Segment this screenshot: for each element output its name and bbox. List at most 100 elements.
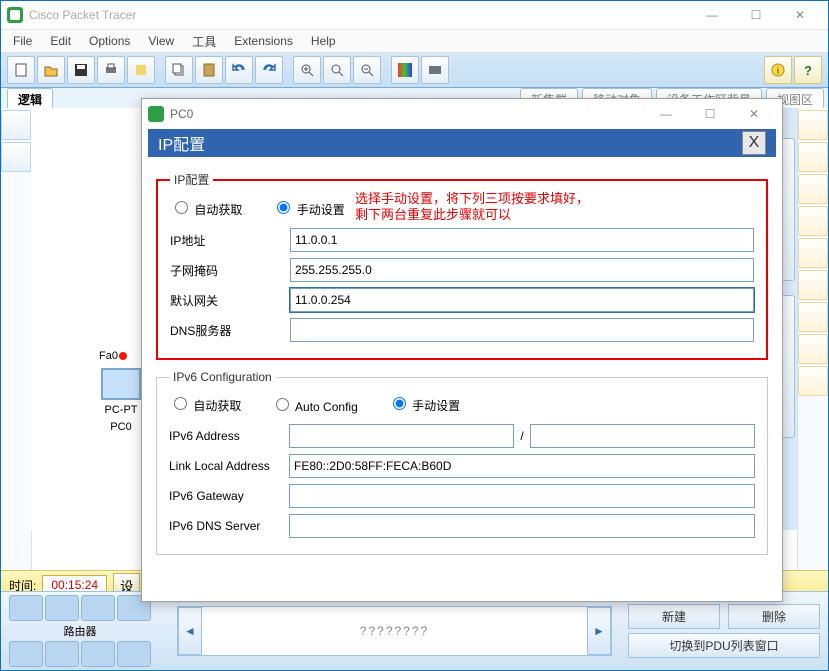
ipv6-prefix-slash: / bbox=[520, 429, 523, 443]
annot-tool-7-icon[interactable] bbox=[798, 302, 828, 332]
pc-icon bbox=[101, 368, 141, 400]
annot-tool-3-icon[interactable] bbox=[798, 174, 828, 204]
undo-icon[interactable] bbox=[225, 56, 253, 84]
scroll-right-button[interactable]: ► bbox=[587, 607, 611, 655]
open-file-icon[interactable] bbox=[37, 56, 65, 84]
zoom-in-icon[interactable] bbox=[293, 56, 321, 84]
menu-extensions[interactable]: Extensions bbox=[234, 34, 293, 48]
dialog-app-icon bbox=[148, 106, 164, 122]
menu-view[interactable]: View bbox=[148, 34, 174, 48]
ipv6-legend: IPv6 Configuration bbox=[169, 370, 276, 384]
minimize-button[interactable]: — bbox=[690, 4, 734, 26]
svg-text:?: ? bbox=[804, 63, 812, 77]
zoom-reset-icon[interactable] bbox=[323, 56, 351, 84]
default-gateway-input[interactable] bbox=[290, 288, 754, 312]
device-picker-bar: 路由器 ◄ ???????? ► 新建 删除 切换到PDU列表窗口 bbox=[1, 591, 828, 670]
main-toolbar: i ? bbox=[1, 53, 828, 88]
instruction-annotation: 选择手动设置，将下列三项按要求填好， 剩下两台重复此步骤就可以 bbox=[355, 191, 589, 223]
annot-tool-2-icon[interactable] bbox=[798, 142, 828, 172]
wizard-icon[interactable] bbox=[127, 56, 155, 84]
dialog-titlebar[interactable]: PC0 — ☐ ✕ bbox=[142, 99, 782, 129]
ipv6-address-input[interactable] bbox=[289, 424, 514, 448]
ipv6-static-radio[interactable]: 手动设置 bbox=[388, 394, 460, 414]
switch-pdu-list-button[interactable]: 切换到PDU列表窗口 bbox=[628, 633, 820, 658]
topology-tool-icon[interactable] bbox=[1, 110, 31, 140]
annot-tool-8-icon[interactable] bbox=[798, 334, 828, 364]
router-category-label: 路由器 bbox=[9, 623, 151, 639]
ipv4-legend: IP配置 bbox=[170, 171, 213, 188]
dialog-maximize-button[interactable]: ☐ bbox=[688, 103, 732, 125]
info-icon[interactable]: i bbox=[764, 56, 792, 84]
dns-server-input[interactable] bbox=[290, 318, 754, 342]
ipv6-prefix-input[interactable] bbox=[530, 424, 755, 448]
dialog-title: PC0 bbox=[170, 107, 193, 121]
server-icon bbox=[81, 641, 115, 667]
new-pdu-button[interactable]: 新建 bbox=[628, 604, 720, 629]
dialog-body: 选择手动设置，将下列三项按要求填好， 剩下两台重复此步骤就可以 IP配置 自动获… bbox=[142, 157, 782, 591]
annot-tool-6-icon[interactable] bbox=[798, 270, 828, 300]
ipv6-gateway-input[interactable] bbox=[289, 484, 755, 508]
ipv6-fieldset: IPv6 Configuration 自动获取 Auto Config 手动设置… bbox=[156, 370, 768, 555]
app-icon bbox=[7, 7, 23, 23]
subnet-mask-input[interactable] bbox=[290, 258, 754, 282]
link-local-input[interactable] bbox=[289, 454, 755, 478]
cloud-icon bbox=[81, 595, 115, 621]
help-icon[interactable]: ? bbox=[794, 56, 822, 84]
router-icon bbox=[9, 595, 43, 621]
ipv4-dhcp-radio[interactable]: 自动获取 bbox=[170, 198, 242, 218]
dialog-close-button[interactable]: ✕ bbox=[732, 103, 776, 125]
device-dialog-icon[interactable] bbox=[421, 56, 449, 84]
annot-tool-9-icon[interactable] bbox=[798, 366, 828, 396]
pdu-button-group: 新建 删除 切换到PDU列表窗口 bbox=[628, 604, 820, 658]
port-label: Fa0 bbox=[99, 350, 127, 362]
dialog-minimize-button[interactable]: — bbox=[644, 103, 688, 125]
maximize-button[interactable]: ☐ bbox=[734, 4, 778, 26]
menu-help[interactable]: Help bbox=[311, 34, 336, 48]
save-icon[interactable] bbox=[67, 56, 95, 84]
ip-address-input[interactable] bbox=[290, 228, 754, 252]
ipv6-dhcp-radio[interactable]: 自动获取 bbox=[169, 394, 241, 414]
menu-file[interactable]: File bbox=[13, 34, 32, 48]
pc-config-dialog: PC0 — ☐ ✕ IP配置 X 选择手动设置，将下列三项按要求填好， 剩下两台… bbox=[141, 98, 783, 602]
menu-edit[interactable]: Edit bbox=[50, 34, 71, 48]
annot-tool-1-icon[interactable] bbox=[798, 110, 828, 140]
ipv6-auto-radio[interactable]: Auto Config bbox=[271, 395, 357, 414]
switch-icon bbox=[9, 641, 43, 667]
dns-server-label: DNS服务器 bbox=[170, 322, 290, 339]
router-category[interactable]: 路由器 bbox=[9, 595, 151, 667]
new-file-icon[interactable] bbox=[7, 56, 35, 84]
tab-logic[interactable]: 逻辑 bbox=[7, 88, 53, 110]
generic-icon bbox=[117, 641, 151, 667]
annot-tool-5-icon[interactable] bbox=[798, 238, 828, 268]
annot-tool-4-icon[interactable] bbox=[798, 206, 828, 236]
print-icon[interactable] bbox=[97, 56, 125, 84]
menu-tools[interactable]: 工具 bbox=[192, 33, 216, 50]
close-button[interactable]: ✕ bbox=[778, 4, 822, 26]
scroll-left-button[interactable]: ◄ bbox=[178, 607, 202, 655]
link-down-indicator bbox=[119, 352, 127, 360]
ip-config-header: IP配置 X bbox=[148, 129, 776, 157]
palette-icon[interactable] bbox=[391, 56, 419, 84]
ipv6-gateway-label: IPv6 Gateway bbox=[169, 489, 289, 503]
paste-icon[interactable] bbox=[195, 56, 223, 84]
device-tool-icon[interactable] bbox=[1, 142, 31, 172]
ip-config-header-label: IP配置 bbox=[158, 131, 205, 155]
link-local-label: Link Local Address bbox=[169, 459, 289, 473]
ipv4-static-radio[interactable]: 手动设置 bbox=[272, 198, 344, 218]
subnet-mask-label: 子网掩码 bbox=[170, 262, 290, 279]
ipv6-dns-label: IPv6 DNS Server bbox=[169, 519, 289, 533]
svg-text:i: i bbox=[777, 66, 779, 77]
menu-options[interactable]: Options bbox=[89, 34, 130, 48]
copy-icon[interactable] bbox=[165, 56, 193, 84]
router2-icon bbox=[45, 595, 79, 621]
ip-panel-close-button[interactable]: X bbox=[742, 131, 766, 155]
hub-icon bbox=[45, 641, 79, 667]
titlebar: Cisco Packet Tracer — ☐ ✕ bbox=[1, 1, 828, 30]
ipv6-address-label: IPv6 Address bbox=[169, 429, 289, 443]
delete-pdu-button[interactable]: 删除 bbox=[728, 604, 820, 629]
default-gateway-label: 默认网关 bbox=[170, 292, 290, 309]
zoom-out-icon[interactable] bbox=[353, 56, 381, 84]
ipv6-dns-input[interactable] bbox=[289, 514, 755, 538]
menubar: File Edit Options View 工具 Extensions Hel… bbox=[1, 30, 828, 53]
redo-icon[interactable] bbox=[255, 56, 283, 84]
